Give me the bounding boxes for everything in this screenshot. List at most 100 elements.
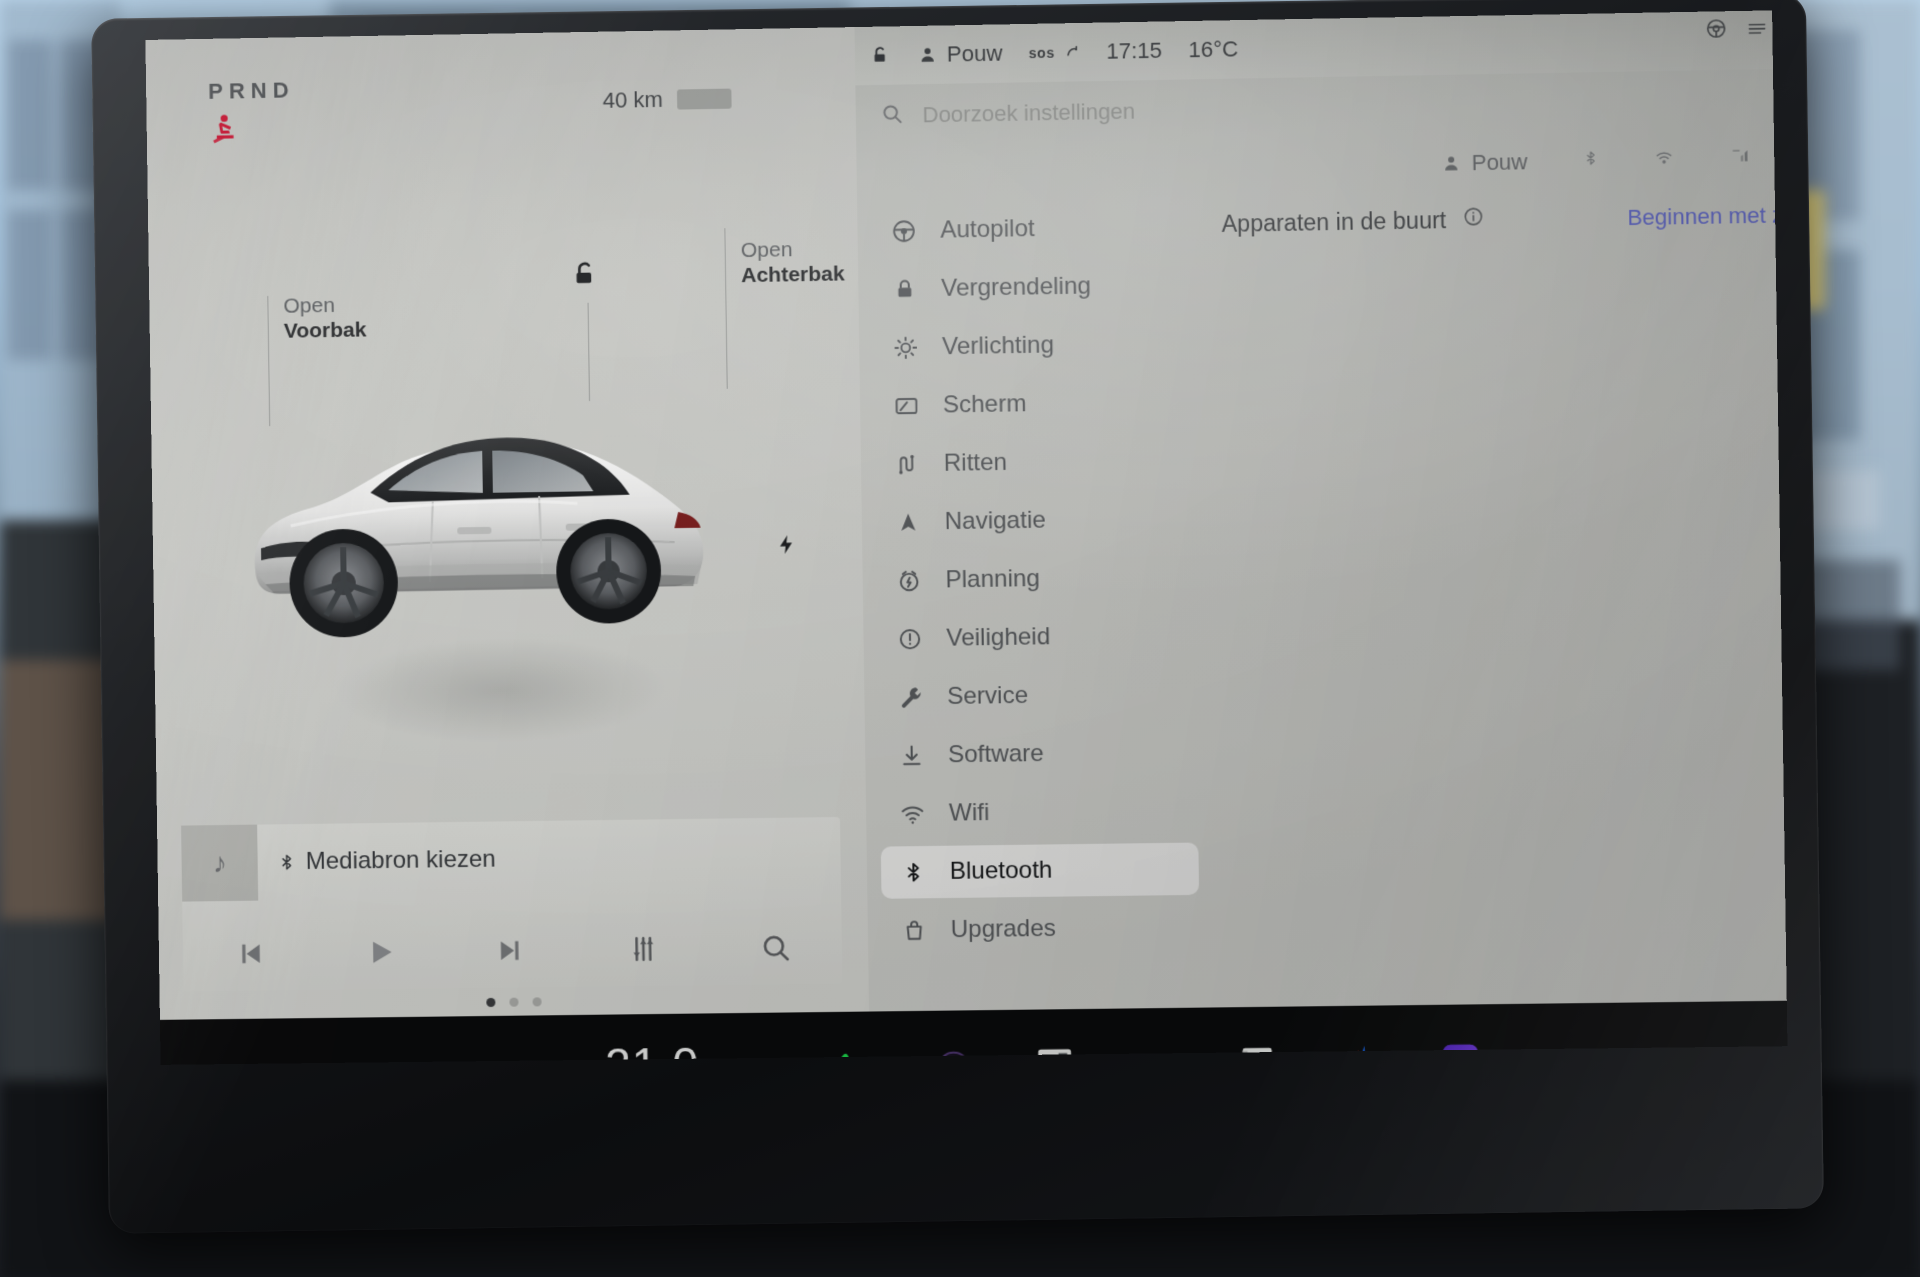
settings-item-software[interactable]: Software — [879, 726, 1214, 783]
navigation-app-icon[interactable] — [1337, 1041, 1380, 1065]
settings-item-veiligheid[interactable]: Veiligheid — [877, 609, 1212, 666]
info-circle-icon[interactable] — [1462, 205, 1485, 234]
status-profile[interactable]: Pouw — [917, 40, 1003, 68]
photo-scene: PRND 40 km Open Voorbak Open Achterbak ♪… — [0, 0, 1920, 1277]
profile-name: Pouw — [1471, 149, 1528, 176]
media-source-selector[interactable]: Mediabron kiezen — [277, 845, 496, 877]
climate-app-icon[interactable] — [1033, 1045, 1076, 1065]
settings-item-bluetooth[interactable]: Bluetooth — [880, 842, 1200, 899]
battery-icon — [676, 88, 732, 110]
sos-arrow-icon — [1064, 44, 1080, 60]
search-icon — [880, 101, 905, 131]
vehicle-render[interactable] — [218, 350, 745, 659]
settings-item-label: Software — [947, 739, 1045, 769]
page-dot-2[interactable] — [508, 997, 519, 1007]
download-icon — [897, 741, 926, 770]
settings-item-verlichting[interactable]: Verlichting — [873, 317, 1208, 375]
page-dot-3[interactable] — [532, 997, 542, 1007]
settings-item-label: Autopilot — [940, 214, 1035, 244]
brightness-icon — [891, 333, 920, 362]
settings-item-label: Planning — [945, 564, 1041, 594]
range-indicator: 40 km — [602, 86, 732, 114]
tesla-touchscreen: PRND 40 km Open Voorbak Open Achterbak ♪… — [145, 10, 1788, 1065]
media-player-card[interactable]: ♪ Mediabron kiezen — [181, 816, 843, 992]
more-apps-icon[interactable] — [1135, 1056, 1178, 1065]
previous-track-button[interactable] — [183, 937, 315, 971]
play-button[interactable] — [314, 934, 446, 970]
wifi-icon — [898, 800, 927, 829]
info-app-icon[interactable]: i — [1236, 1042, 1279, 1065]
svg-text:i: i — [1257, 1052, 1264, 1065]
hamburger-menu-icon[interactable] — [1744, 18, 1771, 45]
settings-item-label: Service — [947, 681, 1029, 711]
wifi-status-icon[interactable] — [1654, 147, 1675, 174]
page-dot-1[interactable] — [485, 997, 495, 1008]
album-art: ♪ — [181, 824, 259, 902]
media-source-label: Mediabron kiezen — [305, 845, 496, 876]
settings-item-label: Vergrendeling — [940, 272, 1092, 302]
wrench-icon — [897, 683, 926, 712]
nearby-devices-header: Apparaten in de buurt Beginnen met zoeke… — [1221, 201, 1787, 238]
charge-port-icon — [775, 528, 798, 560]
media-search-button[interactable] — [709, 930, 842, 964]
settings-item-label: Ritten — [943, 448, 1008, 477]
start-scan-link[interactable]: Beginnen met zoeken — [1627, 201, 1787, 231]
unlock-icon[interactable] — [570, 258, 601, 291]
open-trunk-callout[interactable]: Open Achterbak — [741, 236, 845, 288]
media-controls — [182, 909, 842, 991]
volume-icon — [1661, 1041, 1696, 1065]
alert-circle-icon — [896, 625, 925, 654]
next-track-button[interactable] — [446, 934, 578, 968]
settings-item-wifi[interactable]: Wifi — [880, 784, 1215, 841]
seatbelt-warning-icon — [209, 112, 244, 147]
music-note-icon: ♪ — [212, 847, 227, 879]
climate-temperature-control[interactable]: ‹ 21.0 › — [501, 1035, 804, 1065]
person-icon — [1445, 156, 1458, 171]
settings-item-upgrades[interactable]: Upgrades — [882, 901, 1217, 957]
status-time: 17:15 — [1106, 37, 1163, 64]
status-right-icons — [1705, 16, 1771, 45]
car-front-icon — [201, 1063, 257, 1065]
settings-item-service[interactable]: Service — [878, 667, 1213, 724]
frunk-label-line1: Open — [283, 293, 336, 318]
schedule-clock-icon — [895, 567, 924, 596]
bluetooth-status-icon[interactable] — [1582, 147, 1599, 176]
taskbar-vehicle-button[interactable] — [161, 1060, 502, 1065]
equalizer-button[interactable] — [577, 932, 709, 966]
status-lock-icon[interactable] — [869, 44, 892, 69]
sos-label: sos — [1028, 44, 1055, 62]
profile-chip[interactable]: Pouw — [1441, 149, 1528, 177]
bluetooth-icon — [278, 851, 296, 873]
open-frunk-callout[interactable]: Open Voorbak — [283, 292, 366, 343]
settings-menu: Autopilot Vergrendeling Verlichting Sche… — [871, 200, 1216, 963]
settings-item-autopilot[interactable]: Autopilot — [871, 200, 1206, 258]
temp-decrease-button[interactable]: ‹ — [570, 1049, 579, 1065]
status-temperature: 16°C — [1188, 36, 1239, 63]
status-profile-name: Pouw — [946, 40, 1003, 67]
settings-item-planning[interactable]: Planning — [876, 550, 1211, 607]
steering-wheel-icon — [890, 217, 919, 246]
sos-button[interactable]: sos — [1029, 44, 1080, 61]
settings-item-label: Veiligheid — [946, 623, 1051, 652]
nearby-devices-title: Apparaten in de buurt — [1221, 206, 1447, 237]
settings-item-navigatie[interactable]: Navigatie — [876, 492, 1211, 549]
temp-increase-button[interactable]: › — [725, 1047, 734, 1065]
trunk-label-line2: Achterbak — [741, 262, 845, 288]
settings-item-scherm[interactable]: Scherm — [874, 375, 1209, 433]
cell-signal-icon[interactable] — [1729, 145, 1752, 172]
voice-app-icon[interactable] — [1439, 1040, 1482, 1065]
trips-icon — [893, 450, 922, 479]
display-icon — [892, 392, 921, 421]
page-indicator — [160, 993, 869, 1010]
phone-app-icon[interactable] — [833, 1048, 874, 1065]
settings-item-vergrendeling[interactable]: Vergrendeling — [872, 258, 1207, 316]
shopping-bag-icon — [900, 916, 929, 944]
gear-indicator: PRND — [208, 77, 295, 104]
settings-item-ritten[interactable]: Ritten — [875, 434, 1210, 491]
dashcam-app-icon[interactable] — [932, 1046, 975, 1065]
navigation-arrow-icon — [894, 508, 923, 537]
taskbar-volume-button[interactable] — [1563, 1040, 1787, 1065]
steering-wheel-icon[interactable] — [1705, 17, 1728, 46]
search-input[interactable]: Doorzoek instellingen — [922, 98, 1135, 128]
frunk-label-line2: Voorbak — [283, 318, 367, 343]
